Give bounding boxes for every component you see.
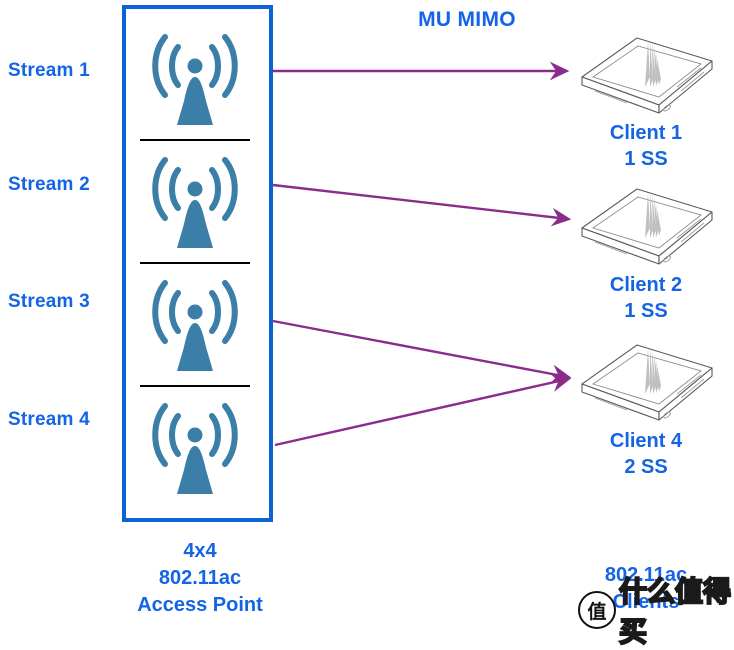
diagram-canvas: MU MIMO Stream 1 Stream 2 Stream 3 Strea… bbox=[0, 0, 734, 649]
arrow-stream2-to-client2 bbox=[272, 183, 572, 227]
antenna-tile-4 bbox=[140, 387, 250, 508]
watermark-text: 什么值得买 bbox=[618, 574, 732, 649]
wifi-antenna-icon bbox=[152, 156, 238, 248]
tablet-icon bbox=[581, 188, 713, 265]
arrow-stream3-to-client4 bbox=[272, 319, 572, 384]
wifi-antenna-icon bbox=[152, 279, 238, 371]
watermark: 值 什么值得买 bbox=[578, 574, 734, 649]
client-1-tablet bbox=[571, 29, 722, 118]
watermark-badge: 值 bbox=[578, 591, 616, 629]
client-2-caption: Client 2 1 SS bbox=[609, 274, 683, 322]
antenna-tile-2 bbox=[140, 141, 250, 264]
stream-label-2: Stream 2 bbox=[8, 174, 90, 195]
wifi-antenna-icon bbox=[152, 33, 238, 125]
client-2-tablet bbox=[571, 180, 722, 269]
antenna-tile-3 bbox=[140, 264, 250, 387]
stream-label-4: Stream 4 bbox=[8, 409, 90, 430]
client-4-tablet bbox=[571, 336, 722, 425]
mu-mimo-label: MU MIMO bbox=[418, 8, 516, 31]
antenna-tile-1 bbox=[140, 18, 250, 141]
wifi-antenna-icon bbox=[152, 402, 238, 494]
antenna-stack bbox=[140, 18, 250, 508]
stream-label-1: Stream 1 bbox=[8, 60, 90, 81]
stream-label-3: Stream 3 bbox=[8, 291, 90, 312]
arrow-stream4-to-client4 bbox=[274, 373, 572, 447]
tablet-icon bbox=[581, 344, 713, 421]
client-4-caption: Client 4 2 SS bbox=[609, 430, 683, 478]
client-1-caption: Client 1 1 SS bbox=[609, 122, 683, 170]
access-point-caption: 4x4 802.11ac Access Point bbox=[137, 540, 263, 616]
tablet-icon bbox=[581, 37, 713, 114]
